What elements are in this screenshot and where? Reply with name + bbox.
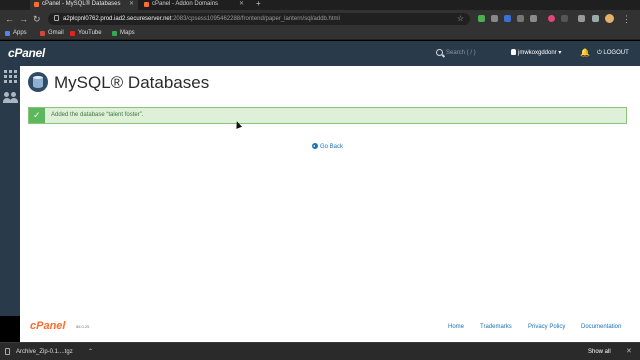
main-content: MySQL® Databases Added the database “tal… — [20, 66, 640, 316]
extension-icon[interactable] — [478, 15, 485, 22]
extension-icon[interactable] — [491, 15, 498, 22]
lock-icon — [54, 15, 59, 21]
search-input[interactable]: Search ( / ) — [446, 47, 506, 59]
sidebar — [0, 66, 20, 316]
bookmark-label: Gmail — [48, 30, 64, 36]
logout-label: LOGOUT — [603, 50, 629, 56]
cpanel-footer: cPanel 86.0.25 Home Trademarks Privacy P… — [20, 316, 640, 342]
database-icon — [28, 72, 48, 92]
extension-icon[interactable] — [561, 15, 568, 22]
url-host: a2plcpnl0762.prod.iad2.secureserver.net — [63, 16, 172, 22]
url-path: :2083/cpsess1095462288/frontend/paper_la… — [171, 16, 340, 22]
extension-icon[interactable] — [517, 15, 524, 22]
logout-button[interactable]: ⏻ LOGOUT — [597, 47, 629, 59]
footer-link-trademarks[interactable]: Trademarks — [480, 322, 512, 332]
extension-icon[interactable] — [530, 15, 537, 22]
close-icon[interactable]: ✕ — [626, 346, 632, 358]
search-icon — [436, 49, 443, 56]
notifications-bell-icon[interactable]: 🔔 — [580, 48, 590, 58]
bookmark-gmail[interactable]: Gmail — [40, 28, 64, 39]
bookmarks-bar: Apps Gmail YouTube Maps — [0, 28, 640, 40]
tab-addon-domains[interactable]: cPanel - Addon Domains ✕ — [140, 0, 248, 10]
username: jmwkoxgddonr — [518, 50, 557, 56]
success-alert: Added the database “talent foster”. — [28, 107, 627, 124]
maps-icon — [112, 31, 117, 36]
go-back-label: Go Back — [320, 144, 344, 150]
address-bar[interactable]: a2plcpnl0762.prod.iad2.secureserver.net:… — [48, 13, 470, 25]
bookmark-apps[interactable]: Apps — [5, 28, 27, 39]
gmail-icon — [40, 31, 45, 36]
bookmark-star-icon[interactable]: ☆ — [457, 13, 464, 25]
bookmark-youtube[interactable]: YouTube — [70, 28, 102, 39]
apps-grid-icon — [5, 31, 10, 36]
youtube-icon — [70, 31, 75, 36]
footer-link-home[interactable]: Home — [448, 322, 464, 332]
cpanel-header: cPanel Search ( / ) jmwkoxgddonr ▾ 🔔 ⏻ L… — [0, 41, 640, 66]
show-all-button[interactable]: Show all — [588, 346, 611, 358]
footer-cpanel-logo: cPanel — [30, 320, 66, 332]
screen: cPanel - MySQL® Databases ✕ cPanel - Add… — [0, 0, 640, 360]
bookmark-label: Maps — [120, 30, 135, 36]
bookmark-label: YouTube — [78, 30, 102, 36]
reload-icon[interactable]: ↻ — [33, 13, 41, 25]
chevron-up-icon[interactable]: ⌃ — [88, 346, 93, 358]
page-title: MySQL® Databases — [54, 73, 210, 92]
alert-message: Added the database “talent foster”. — [51, 112, 144, 118]
back-arrow-icon[interactable]: ← — [5, 13, 14, 25]
cpanel-favicon-icon — [144, 2, 149, 7]
download-bar: Archive_Zip-0.1....tgz ⌃ Show all ✕ — [0, 342, 640, 360]
go-back-link[interactable]: Go Back — [312, 142, 343, 152]
cpanel-logo[interactable]: cPanel — [8, 46, 45, 60]
download-item[interactable]: Archive_Zip-0.1....tgz — [16, 346, 73, 358]
tab-title: cPanel - Addon Domains — [152, 1, 219, 7]
footer-link-documentation[interactable]: Documentation — [581, 322, 621, 332]
back-circle-icon — [312, 143, 318, 149]
version-text: 86.0.25 — [76, 324, 90, 329]
browser-toolbar: ← → ↻ a2plcpnl0762.prod.iad2.secureserve… — [0, 10, 640, 28]
url-text: a2plcpnl0762.prod.iad2.secureserver.net:… — [63, 13, 340, 25]
bookmark-label: Apps — [13, 30, 27, 36]
extension-icon[interactable] — [548, 15, 555, 22]
tab-title: cPanel - MySQL® Databases — [42, 1, 121, 7]
extension-icon[interactable] — [504, 15, 511, 22]
forward-arrow-icon[interactable]: → — [19, 13, 28, 25]
close-tab-icon[interactable]: ✕ — [129, 0, 134, 9]
user-manager-icon[interactable] — [3, 91, 18, 104]
footer-link-privacy-policy[interactable]: Privacy Policy — [528, 322, 565, 332]
cpanel-favicon-icon — [34, 2, 39, 7]
menu-dots-icon[interactable]: ⋮ — [622, 13, 631, 25]
checkmark-icon — [29, 108, 45, 123]
home-grid-icon[interactable] — [4, 70, 17, 83]
new-tab-button[interactable]: + — [256, 0, 261, 8]
user-menu[interactable]: jmwkoxgddonr ▾ — [511, 47, 561, 59]
puzzle-icon[interactable] — [578, 15, 585, 22]
close-tab-icon[interactable]: ✕ — [239, 0, 244, 9]
extension-icon[interactable] — [592, 15, 599, 22]
browser-tab-strip: cPanel - MySQL® Databases ✕ cPanel - Add… — [0, 0, 640, 10]
bookmark-maps[interactable]: Maps — [112, 28, 135, 39]
tab-mysql-databases[interactable]: cPanel - MySQL® Databases ✕ — [30, 0, 138, 10]
file-icon — [5, 348, 10, 355]
profile-avatar[interactable] — [605, 14, 614, 23]
user-icon — [511, 49, 516, 55]
